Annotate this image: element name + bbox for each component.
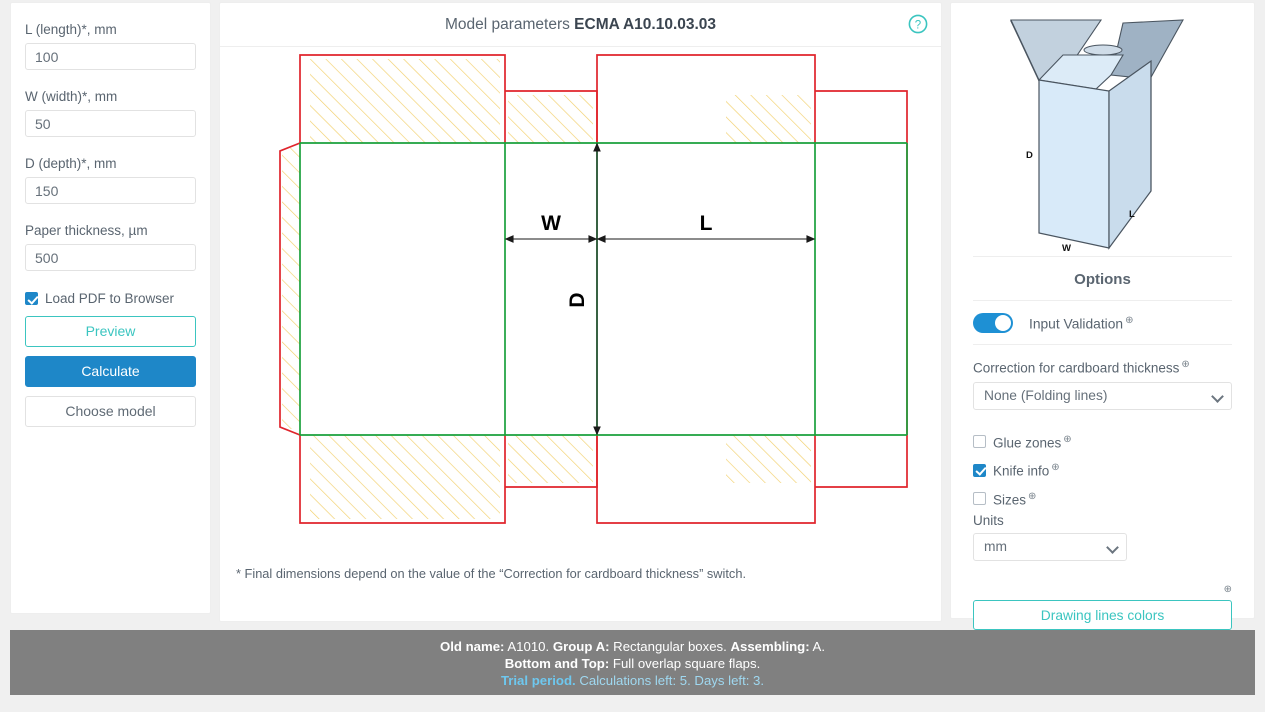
box-3d-preview: D L W (951, 3, 1254, 256)
drawing-colors-group: ⊕ Drawing lines colors (973, 585, 1232, 630)
sizes-label: Sizes ⊕ (993, 490, 1037, 508)
status-line-trial: Trial period. Calculations left: 5. Days… (10, 672, 1255, 689)
option-glue-zones[interactable]: Glue zones ⊕ (973, 433, 1232, 451)
options-panel: D L W Options Input Validation ⊕ Correcti… (950, 2, 1255, 630)
knife-info-label: Knife info ⊕ (993, 462, 1060, 479)
help-icon-knife-info[interactable]: ⊕ (1051, 462, 1059, 473)
drawing-panel-header: Model parameters ECMA A10.10.03.03 ? (220, 3, 941, 47)
units-selected-value: mm (984, 539, 1007, 554)
field-length: L (length)*, mm (11, 3, 210, 70)
option-sizes[interactable]: Sizes ⊕ (973, 490, 1232, 508)
preview-label-w: W (1062, 243, 1071, 254)
bottom-top-value: Full overlap square flaps. (609, 656, 761, 671)
toggle-knob (995, 315, 1011, 331)
dim-label-d: D (566, 292, 589, 307)
drawing-lines-colors-button[interactable]: Drawing lines colors (973, 600, 1232, 630)
paper-thickness-input[interactable] (25, 244, 196, 271)
parameters-panel: L (length)*, mm W (width)*, mm D (depth)… (10, 2, 211, 614)
units-label: Units (973, 513, 1004, 528)
load-pdf-row[interactable]: Load PDF to Browser (11, 291, 210, 306)
correction-label: Correction for cardboard thickness ⊕ (973, 359, 1190, 376)
length-input[interactable] (25, 43, 196, 70)
group-value: Rectangular boxes. (609, 639, 731, 654)
units-group: Units mm (973, 513, 1232, 561)
preview-label-l: L (1129, 209, 1135, 220)
load-pdf-checkbox[interactable] (25, 292, 38, 305)
glue-zones-label: Glue zones ⊕ (993, 433, 1072, 451)
dieline-drawing: W L D (220, 47, 941, 547)
preview-button[interactable]: Preview (25, 316, 196, 347)
dieline-svg: W L D (279, 54, 908, 524)
sizes-checkbox[interactable] (973, 492, 986, 506)
status-line-model: Old name: A1010. Group A: Rectangular bo… (10, 638, 1255, 655)
preview-label-d: D (1026, 150, 1033, 161)
trial-period-value: Calculations left: 5. Days left: 3. (575, 673, 765, 688)
units-select[interactable]: mm (973, 533, 1127, 561)
actions-group: Preview Calculate Choose model (11, 306, 210, 427)
correction-group: Correction for cardboard thickness ⊕ None… (973, 359, 1232, 410)
input-validation-toggle[interactable] (973, 313, 1013, 333)
assembling-value: A. (809, 639, 826, 654)
choose-model-button[interactable]: Choose model (25, 396, 196, 427)
dim-label-l: L (700, 212, 713, 235)
bottom-top-label: Bottom and Top: (504, 656, 610, 671)
help-icon-glue-zones[interactable]: ⊕ (1063, 434, 1071, 445)
calculate-button[interactable]: Calculate (25, 356, 196, 387)
label-width: W (width)*, mm (25, 89, 118, 104)
status-line-flaps: Bottom and Top: Full overlap square flap… (10, 655, 1255, 672)
label-depth: D (depth)*, mm (25, 156, 117, 171)
options-checkboxes: Glue zones ⊕ Knife info ⊕ Sizes ⊕ (973, 433, 1232, 508)
depth-input[interactable] (25, 177, 196, 204)
trial-period-label: Trial period. (500, 673, 576, 688)
field-width: W (width)*, mm (11, 70, 210, 137)
svg-text:?: ? (915, 19, 921, 31)
question-circle-icon[interactable]: ? (908, 14, 928, 34)
options-body: Input Validation ⊕ Correction for cardboa… (951, 300, 1254, 630)
correction-select[interactable]: None (Folding lines) (973, 381, 1232, 410)
app-root: L (length)*, mm W (width)*, mm D (depth)… (0, 0, 1265, 712)
correction-selected-value: None (Folding lines) (984, 387, 1108, 403)
old-name-label: Old name: (439, 639, 505, 654)
title-prefix: Model parameters (444, 15, 575, 33)
chevron-down-icon (1106, 541, 1119, 554)
group-label: Group A: (552, 639, 610, 654)
status-bar: Old name: A1010. Group A: Rectangular bo… (10, 630, 1255, 695)
field-depth: D (depth)*, mm (11, 137, 210, 204)
page-title: Model parameters ECMA A10.10.03.03 (445, 16, 716, 34)
chevron-down-icon (1211, 389, 1224, 403)
knife-info-checkbox[interactable] (973, 463, 986, 477)
option-knife-info[interactable]: Knife info ⊕ (973, 462, 1232, 479)
input-validation-label: Input Validation ⊕ (1029, 314, 1134, 332)
help-icon-correction[interactable]: ⊕ (1181, 359, 1189, 370)
help-icon-drawing-colors[interactable]: ⊕ (973, 585, 1232, 595)
help-icon-sizes[interactable]: ⊕ (1028, 491, 1036, 502)
title-model-code: ECMA A10.10.03.03 (574, 15, 717, 33)
drawing-panel: Model parameters ECMA A10.10.03.03 ? W L… (219, 2, 942, 622)
field-paper-thickness: Paper thickness, µm (11, 204, 210, 271)
input-validation-row: Input Validation ⊕ (973, 300, 1232, 345)
dim-label-w: W (541, 212, 561, 235)
glue-zones-checkbox[interactable] (973, 435, 986, 449)
load-pdf-label: Load PDF to Browser (45, 291, 175, 306)
help-icon-input-validation[interactable]: ⊕ (1125, 315, 1133, 326)
width-input[interactable] (25, 110, 196, 137)
box-3d-svg: D L W (1010, 19, 1184, 254)
label-length: L (length)*, mm (25, 22, 117, 37)
options-title: Options (973, 256, 1232, 300)
assembling-label: Assembling: (730, 639, 810, 654)
dimensions-footnote: * Final dimensions depend on the value o… (236, 566, 747, 581)
label-paper-thickness: Paper thickness, µm (25, 223, 148, 238)
old-name-value: A1010. (504, 639, 553, 654)
